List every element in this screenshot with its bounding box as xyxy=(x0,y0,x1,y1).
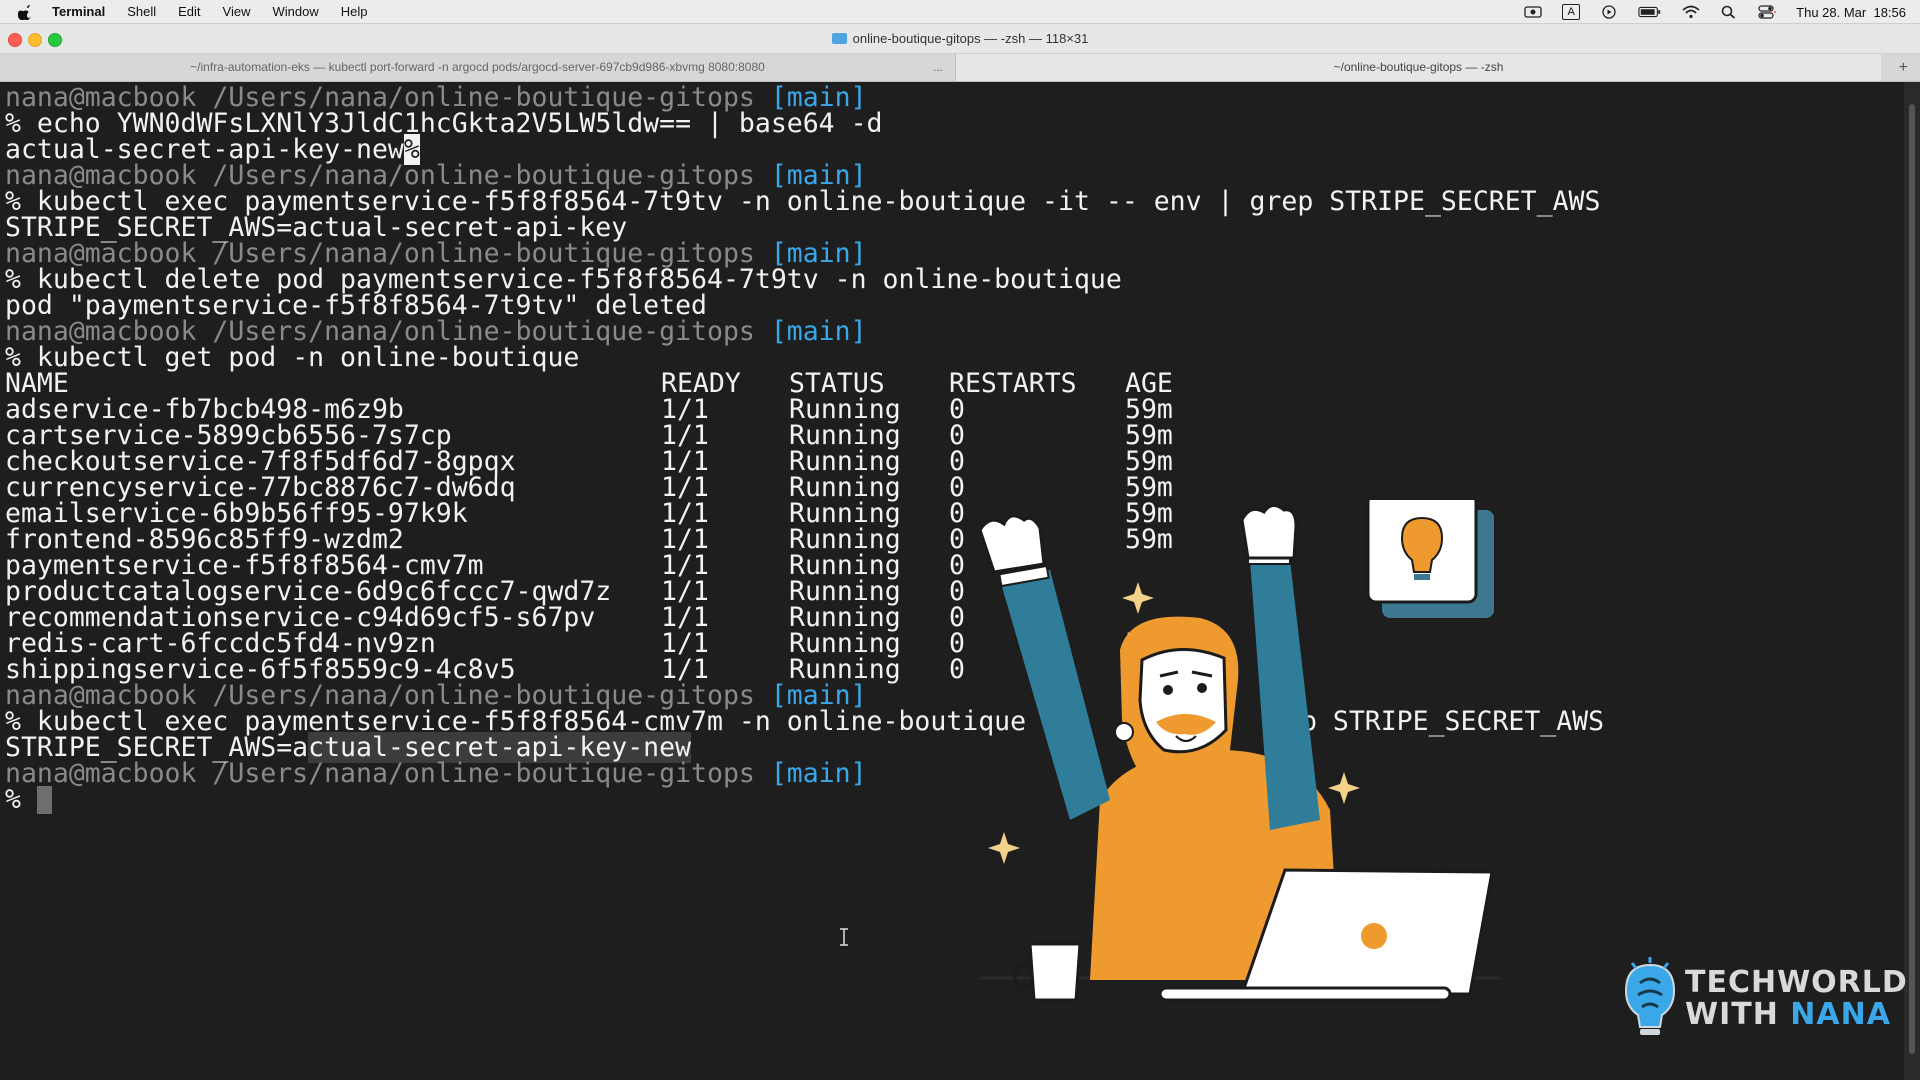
ibeam-cursor-icon xyxy=(840,928,848,946)
menu-shell[interactable]: Shell xyxy=(127,4,156,19)
screen-record-icon[interactable] xyxy=(1524,5,1542,19)
menu-window[interactable]: Window xyxy=(273,4,319,19)
tab-online-boutique-gitops-label: ~/online-boutique-gitops — -zsh xyxy=(1333,60,1504,74)
scrollbar-thumb[interactable] xyxy=(1909,104,1915,1054)
tab-online-boutique-gitops[interactable]: ~/online-boutique-gitops — -zsh xyxy=(956,54,1881,81)
window-title-bar[interactable]: online-boutique-gitops — -zsh — 118×31 xyxy=(0,24,1920,54)
logo-text: TECHWORLD WITH NANA xyxy=(1685,967,1908,1031)
new-tab-button[interactable]: + xyxy=(1899,54,1908,81)
logo-with-text: WITH xyxy=(1685,997,1791,1032)
laptop-logo xyxy=(1361,923,1387,949)
logo-line-1: TECHWORLD xyxy=(1685,965,1908,1000)
menu-bar-clock[interactable]: Thu 28. Mar 18:56 xyxy=(1796,5,1906,20)
terminal-output[interactable]: nana@macbook /Users/nana/online-boutique… xyxy=(0,82,1904,1080)
wifi-icon[interactable] xyxy=(1682,5,1700,19)
left-arm xyxy=(1000,570,1110,820)
menu-help[interactable]: Help xyxy=(341,4,368,19)
sparkle-icon xyxy=(1122,582,1154,614)
sparkle-icon xyxy=(988,832,1020,864)
prompt-path: nana@macbook /Users/nana/online-boutique… xyxy=(5,758,771,789)
tab-more-indicator: ... xyxy=(932,60,943,74)
tab-port-forward-label: ~/infra-automation-eks — kubectl port-fo… xyxy=(190,60,765,74)
menu-app-terminal[interactable]: Terminal xyxy=(52,4,105,19)
tab-port-forward[interactable]: ~/infra-automation-eks — kubectl port-fo… xyxy=(0,54,956,81)
apple-menu-icon[interactable] xyxy=(18,4,34,20)
spotlight-search-icon[interactable] xyxy=(1720,5,1738,19)
git-branch: [main] xyxy=(770,758,867,789)
prompt-line: nana@macbook /Users/nana/online-boutique… xyxy=(5,758,867,790)
menu-bar: Terminal Shell Edit View Window Help A T… xyxy=(0,0,1920,24)
window-title-text: online-boutique-gitops — -zsh — 118×31 xyxy=(852,31,1089,46)
logo-line-2: WITH NANA xyxy=(1685,999,1908,1031)
window-title: online-boutique-gitops — -zsh — 118×31 xyxy=(0,31,1920,46)
coffee-mug xyxy=(1028,942,1082,1002)
folder-icon xyxy=(831,33,847,44)
logo-nana-text: NANA xyxy=(1790,997,1891,1032)
ear xyxy=(1114,722,1134,742)
tab-bar: ~/infra-automation-eks — kubectl port-fo… xyxy=(0,54,1920,82)
right-eye xyxy=(1197,683,1207,693)
sparkle-icon xyxy=(1328,772,1360,804)
ps-symbol: % xyxy=(5,784,37,815)
brain-lightbulb-logo-icon xyxy=(1624,957,1676,1035)
status-area: A Thu 28. Mar 18:56 xyxy=(1524,0,1906,24)
terminal-scrollbar[interactable] xyxy=(1904,82,1920,1080)
celebration-illustration xyxy=(980,500,1500,1002)
right-fist xyxy=(1240,504,1298,560)
lightbulb-base xyxy=(1414,574,1430,580)
techworld-with-nana-logo: TECHWORLD WITH NANA xyxy=(1610,945,1907,1045)
menu-view[interactable]: View xyxy=(223,4,251,19)
control-center-icon[interactable] xyxy=(1758,5,1777,19)
menu-edit[interactable]: Edit xyxy=(178,4,200,19)
mug-handle xyxy=(1013,960,1033,990)
laptop-base xyxy=(1158,986,1452,1002)
text-cursor xyxy=(36,786,52,814)
play-icon[interactable] xyxy=(1600,5,1618,19)
pod-restarts: 0 xyxy=(949,654,965,685)
battery-icon[interactable] xyxy=(1638,5,1662,19)
git-branch: [main] xyxy=(770,316,867,347)
input-source-icon[interactable]: A xyxy=(1562,4,1581,20)
left-fist xyxy=(980,514,1046,574)
left-eye xyxy=(1163,685,1173,695)
current-command-line[interactable]: % xyxy=(5,784,52,816)
